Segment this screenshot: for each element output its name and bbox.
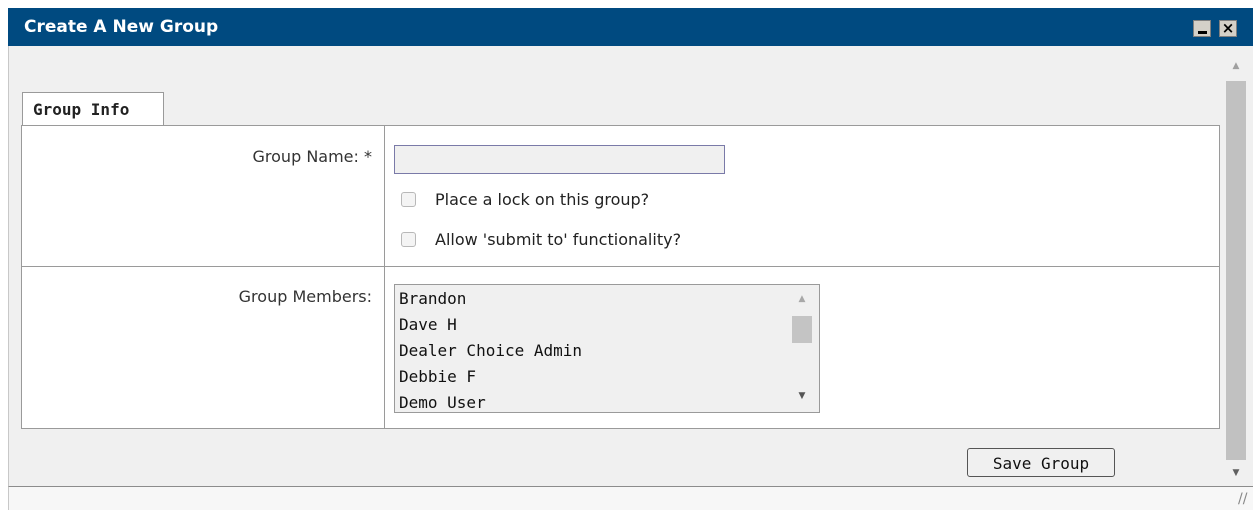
- group-members-listbox[interactable]: Brandon Dave H Dealer Choice Admin Debbi…: [394, 284, 820, 413]
- tab-group-info[interactable]: Group Info: [22, 92, 164, 126]
- group-info-form: Group Name: * Place a lock on this group…: [21, 125, 1220, 429]
- submit-to-label[interactable]: Allow 'submit to' functionality?: [435, 230, 681, 249]
- resize-grip-icon[interactable]: //: [1238, 491, 1247, 507]
- group-members-label: Group Members:: [238, 287, 372, 306]
- status-bar: //: [8, 486, 1253, 510]
- scroll-up-arrow-icon[interactable]: ▲: [1226, 61, 1246, 71]
- title-bar: Create A New Group ×: [8, 8, 1253, 46]
- scrollbar-thumb[interactable]: [1226, 81, 1246, 460]
- list-item[interactable]: Dealer Choice Admin: [399, 341, 582, 360]
- row-divider: [22, 266, 1219, 267]
- list-item[interactable]: Debbie F: [399, 367, 476, 386]
- save-group-button[interactable]: Save Group: [967, 448, 1115, 477]
- list-item[interactable]: Brandon: [399, 289, 466, 308]
- lock-group-label[interactable]: Place a lock on this group?: [435, 190, 649, 209]
- scroll-up-arrow-icon[interactable]: ▲: [791, 294, 813, 304]
- dialog-title: Create A New Group: [24, 17, 219, 37]
- close-button[interactable]: ×: [1219, 19, 1237, 37]
- close-icon: ×: [1221, 19, 1235, 37]
- listbox-scrollbar[interactable]: ▲ ▼: [791, 285, 813, 412]
- scroll-down-arrow-icon[interactable]: ▼: [1226, 468, 1246, 478]
- dialog-scrollbar[interactable]: ▲ ▼: [1226, 58, 1246, 484]
- list-item[interactable]: Dave H: [399, 315, 457, 334]
- group-name-input[interactable]: [394, 145, 725, 174]
- minimize-button[interactable]: [1193, 20, 1211, 37]
- create-group-dialog: Create A New Group × ▲ ▼ Group Info Grou…: [0, 0, 1253, 510]
- minimize-icon: [1198, 31, 1207, 34]
- lock-group-checkbox[interactable]: [401, 192, 416, 207]
- scrollbar-thumb[interactable]: [792, 316, 812, 343]
- scroll-down-arrow-icon[interactable]: ▼: [791, 391, 813, 401]
- group-name-label: Group Name: *: [252, 147, 372, 166]
- submit-to-checkbox[interactable]: [401, 232, 416, 247]
- list-item[interactable]: Demo User: [399, 393, 486, 412]
- column-divider: [384, 126, 385, 428]
